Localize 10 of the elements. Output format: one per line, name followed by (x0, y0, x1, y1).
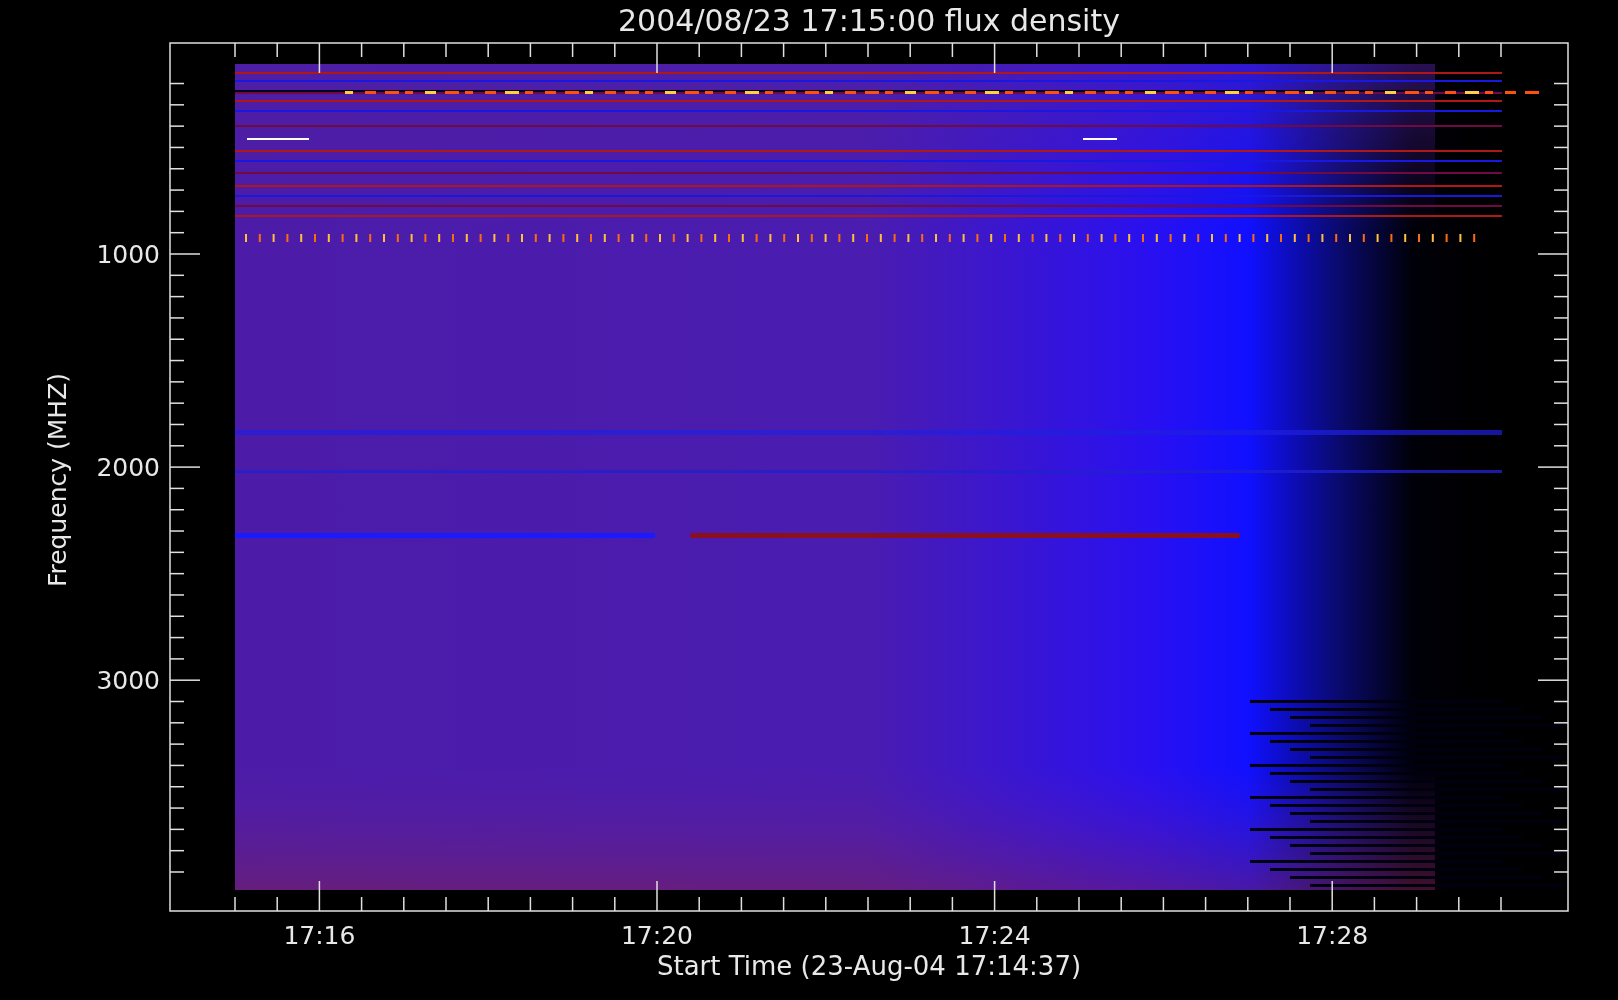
x-tick-label: 17:24 (958, 921, 1031, 950)
x-tick-label: 17:20 (621, 921, 693, 950)
y-tick-label: 3000 (96, 666, 160, 696)
x-tick-label: 17:16 (283, 921, 356, 950)
y-tick-label: 2000 (96, 453, 160, 483)
plot-title: 2004/08/23 17:15:00 flux density (618, 3, 1120, 38)
x-tick-label: 17:28 (1296, 921, 1369, 950)
y-tick-label: 1000 (96, 240, 160, 269)
y-axis-label: Frequency (MHZ) (43, 372, 72, 588)
x-axis-label: Start Time (23-Aug-04 17:14:37) (656, 951, 1082, 981)
